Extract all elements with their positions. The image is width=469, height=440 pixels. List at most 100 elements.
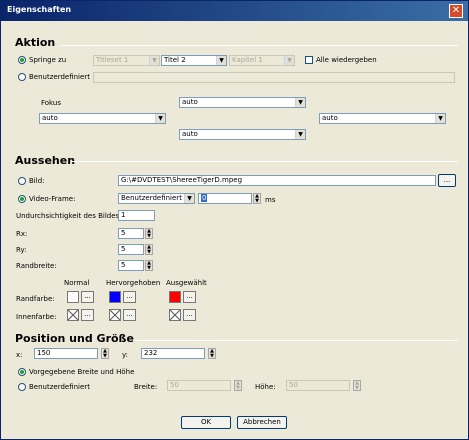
bild-browse-button[interactable]: ... [438,174,456,187]
fokus-right-value: auto [322,114,338,122]
fokus-left-value: auto [42,114,58,122]
bild-path-input[interactable]: G:\#DVDTEST\ShereeTigerD.mpeg [118,175,436,186]
rx-spinner[interactable]: ▲ ▼ [145,228,153,239]
kapitel-select[interactable]: Kapitel 1 ▼ [229,55,295,66]
randfarbe-normal-button[interactable]: ... [81,291,94,303]
chevron-down-icon[interactable]: ▼ [216,56,226,65]
bild-radio[interactable] [18,177,26,185]
aussehen-heading: Aussehen [15,154,76,167]
video-frame-unit: ms [265,196,276,204]
aktion-heading: Aktion [15,36,56,49]
ok-button[interactable]: OK [181,416,231,429]
randbreite-input[interactable]: 5 [118,260,144,271]
y-spinner[interactable]: ▲ ▼ [208,348,216,359]
titel-select[interactable]: Titel 2 ▼ [161,55,227,66]
randbreite-label: Randbreite: [16,262,57,270]
randfarbe-ausgewaehlt-swatch[interactable] [169,291,181,303]
fokus-right-select[interactable]: auto ▼ [319,113,446,124]
chevron-down-icon[interactable]: ▼ [155,114,165,123]
breite-spinner[interactable]: ▲ ▼ [234,380,242,391]
randfarbe-normal-swatch[interactable] [67,291,79,303]
chevron-down-icon[interactable]: ▼ [149,56,159,65]
innenfarbe-hervorgehoben-swatch[interactable] [109,309,121,321]
titel-value: Titel 2 [164,56,186,64]
hoehe-spinner[interactable]: ▲ ▼ [353,380,361,391]
fokus-bottom-value: auto [182,130,198,138]
fokus-bottom-select[interactable]: auto ▼ [179,129,306,140]
benutzerdefiniert-input[interactable] [93,72,455,83]
ry-label: Ry: [16,246,27,254]
hoehe-input[interactable]: 50 [286,380,350,391]
chevron-down-icon[interactable]: ▼ [295,98,305,107]
chevron-down-icon[interactable]: ▼ [295,130,305,139]
randfarbe-label: Randfarbe: [16,295,55,303]
y-input[interactable]: 232 [141,348,205,359]
randfarbe-hervorgehoben-button[interactable]: ... [123,291,136,303]
video-frame-radio[interactable] [18,195,26,203]
properties-dialog: Eigenschaften ✕ Aktion Springe zu Titles… [0,0,469,440]
close-button[interactable]: ✕ [449,4,463,18]
ry-input[interactable]: 5 [118,244,144,255]
chevron-down-icon[interactable]: ▼ [184,194,194,203]
position-benutzerdefiniert-label: Benutzerdefiniert [29,383,90,391]
vorgegeben-radio[interactable] [18,368,26,376]
innenfarbe-ausgewaehlt-button[interactable]: ... [183,309,196,321]
no-color-icon [68,310,78,320]
rx-label: Rx: [16,230,28,238]
innenfarbe-ausgewaehlt-swatch[interactable] [169,309,181,321]
chevron-down-icon[interactable]: ▼ [435,114,445,123]
video-frame-mode-value: Benutzerdefiniert [121,194,182,202]
kapitel-value: Kapitel 1 [232,56,263,64]
position-heading: Position und Größe [15,332,134,345]
innenfarbe-hervorgehoben-button[interactable]: ... [123,309,136,321]
state-normal-label: Normal [64,279,90,287]
no-color-icon [170,310,180,320]
springe-zu-label: Springe zu [29,56,67,64]
undurchsichtigkeit-label: Undurchsichtigkeit des Bildes: [16,212,122,220]
ry-spinner[interactable]: ▲ ▼ [145,244,153,255]
position-separator [133,340,458,341]
aktion-separator [61,45,458,46]
fokus-top-select[interactable]: auto ▼ [179,97,306,108]
video-frame-label: Video-Frame: [29,195,76,203]
video-frame-spinner[interactable]: ▲ ▼ [253,193,261,204]
breite-input[interactable]: 50 [167,380,231,391]
video-frame-mode-select[interactable]: Benutzerdefiniert ▼ [118,193,195,204]
innenfarbe-normal-swatch[interactable] [67,309,79,321]
vorgegeben-label: Vorgegebene Breite und Höhe [29,368,135,376]
breite-label: Breite: [134,383,158,391]
no-color-icon [110,310,120,320]
video-frame-value: 0 [201,194,208,202]
randfarbe-ausgewaehlt-button[interactable]: ... [183,291,196,303]
bild-label: Bild: [29,177,45,185]
innenfarbe-normal-button[interactable]: ... [81,309,94,321]
video-frame-value-input[interactable]: 0 [198,193,252,204]
hoehe-label: Höhe: [255,383,276,391]
rx-input[interactable]: 5 [118,228,144,239]
abbrechen-button[interactable]: Abbrechen [237,416,287,429]
springe-zu-radio[interactable] [18,56,26,64]
fokus-left-select[interactable]: auto ▼ [39,113,166,124]
aussehen-separator [71,161,458,162]
randfarbe-hervorgehoben-swatch[interactable] [109,291,121,303]
chevron-down-icon[interactable]: ▼ [284,56,294,65]
undurchsichtigkeit-input[interactable]: 1 [118,210,155,221]
title-bar[interactable]: Eigenschaften ✕ [1,1,468,21]
benutzerdefiniert-radio[interactable] [18,73,26,81]
y-label: y: [122,351,128,359]
x-spinner[interactable]: ▲ ▼ [101,348,109,359]
titleset-value: Titleset 1 [96,56,129,64]
x-label: x: [16,351,23,359]
randbreite-spinner[interactable]: ▲ ▼ [145,260,153,271]
window-title: Eigenschaften [7,5,72,14]
position-benutzerdefiniert-radio[interactable] [18,383,26,391]
alle-wiedergeben-label: Alle wiedergeben [316,56,377,64]
alle-wiedergeben-checkbox[interactable] [305,56,313,64]
fokus-label: Fokus [41,99,61,107]
titleset-select[interactable]: Titleset 1 ▼ [93,55,160,66]
benutzerdefiniert-label: Benutzerdefiniert [29,73,90,81]
state-ausgewaehlt-label: Ausgewählt [166,279,207,287]
x-input[interactable]: 150 [34,348,98,359]
fokus-top-value: auto [182,98,198,106]
innenfarbe-label: Innenfarbe: [16,313,57,321]
